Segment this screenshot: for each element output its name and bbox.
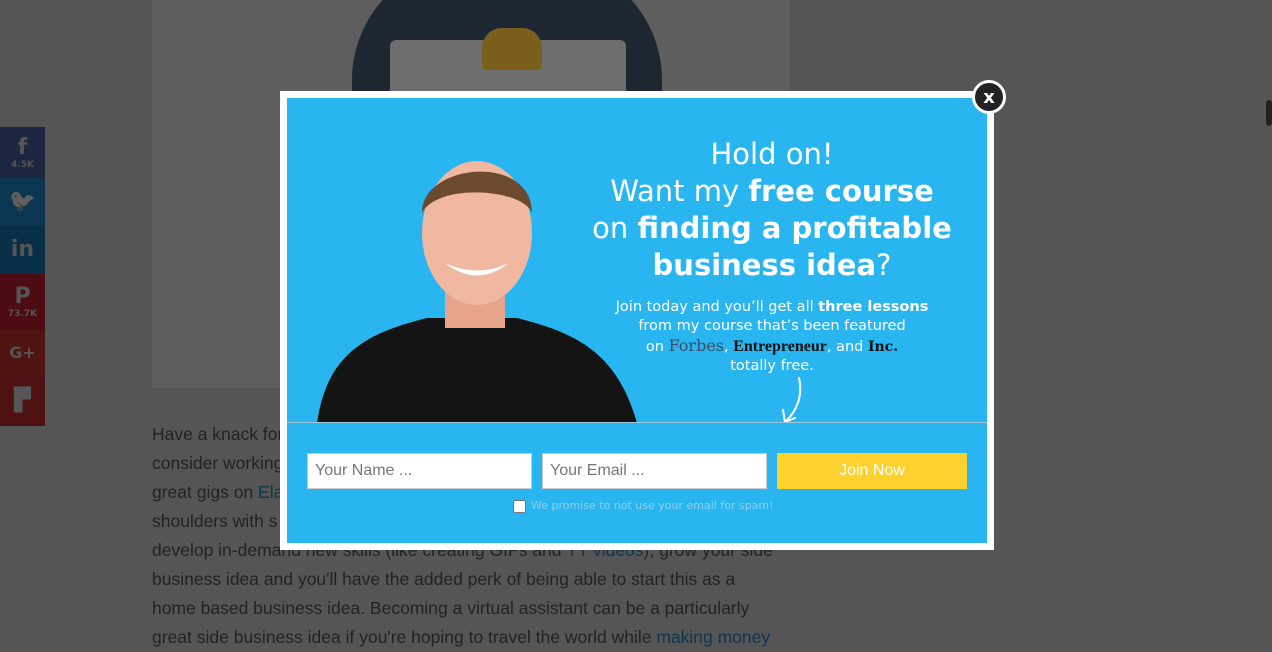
text: , and (826, 339, 868, 355)
popup-headline: Hold on! Want my free course on finding … (587, 136, 957, 284)
text: Join today and you’ll get all (615, 299, 819, 315)
twitter-icon: 🐦 (8, 189, 37, 214)
hero-clip (482, 28, 542, 70)
share-facebook-button[interactable]: f 4.5K (0, 127, 45, 178)
text: on (592, 211, 638, 245)
join-now-button[interactable]: Join Now (777, 453, 967, 489)
text: on (645, 339, 669, 355)
share-google-plus-button[interactable]: G+ (0, 330, 45, 376)
share-count: 73.7K (7, 309, 38, 319)
text: ? (876, 248, 892, 282)
inc-logo: Inc. (867, 339, 899, 355)
arrow-down-icon (782, 377, 802, 423)
text: great side business idea if you're hopin… (152, 627, 657, 647)
share-linkedin-button[interactable]: in (0, 226, 45, 274)
divider (287, 422, 987, 423)
share-twitter-button[interactable]: 🐦 (0, 178, 45, 226)
article-line: business idea and you'll have the added … (152, 569, 736, 589)
facebook-icon: f (17, 134, 28, 160)
flipboard-icon: ▛ (14, 388, 31, 413)
article-line: home based business idea. Becoming a vir… (152, 598, 750, 618)
linkedin-icon: in (10, 237, 35, 262)
share-flipboard-button[interactable]: ▛ (0, 376, 45, 426)
article-line: great side business idea if you're hopin… (152, 623, 802, 652)
email-input[interactable] (542, 453, 767, 489)
entrepreneur-logo: Entrepreneur (733, 338, 827, 355)
share-pinterest-button[interactable]: P 73.7K (0, 274, 45, 330)
forbes-logo: Forbes (668, 336, 724, 355)
google-plus-icon: G+ (9, 343, 36, 362)
sub-line: from my course that’s been featured (638, 318, 906, 334)
share-count: 4.5K (11, 159, 34, 170)
sub-line: Join today and you’ll get all three less… (587, 298, 957, 317)
text: finding a profitable (637, 211, 952, 245)
sub-line: on Forbes, Entrepreneur, and Inc. (587, 336, 957, 357)
pinterest-icon: P (14, 284, 31, 309)
close-button[interactable]: x (972, 80, 1006, 114)
text: free course (748, 174, 934, 208)
text: three lessons (818, 299, 929, 315)
share-sidebar: f 4.5K 🐦 in P 73.7K G+ ▛ (0, 127, 45, 426)
headline-line: on finding a profitable (587, 210, 957, 247)
headline-line: Hold on! (710, 137, 834, 171)
spam-promise-label: We promise to not use your email for spa… (531, 499, 774, 512)
popup-content: Hold on! Want my free course on finding … (287, 98, 987, 543)
name-input[interactable] (307, 453, 532, 489)
popup-subtext: Join today and you’ll get all three less… (587, 298, 957, 432)
headline-line: business idea? (587, 247, 957, 284)
sub-line: totally free. (730, 358, 814, 374)
optin-popup: Hold on! Want my free course on finding … (280, 91, 994, 550)
consent-checkbox[interactable] (513, 500, 526, 513)
article-link[interactable]: making money (656, 627, 770, 647)
text: , (724, 339, 734, 355)
headline-line: Want my free course (587, 173, 957, 210)
text: business idea (652, 248, 877, 282)
text: great gigs on (152, 482, 259, 502)
text: Want my (610, 174, 749, 208)
scrollbar-thumb[interactable] (1266, 100, 1272, 126)
